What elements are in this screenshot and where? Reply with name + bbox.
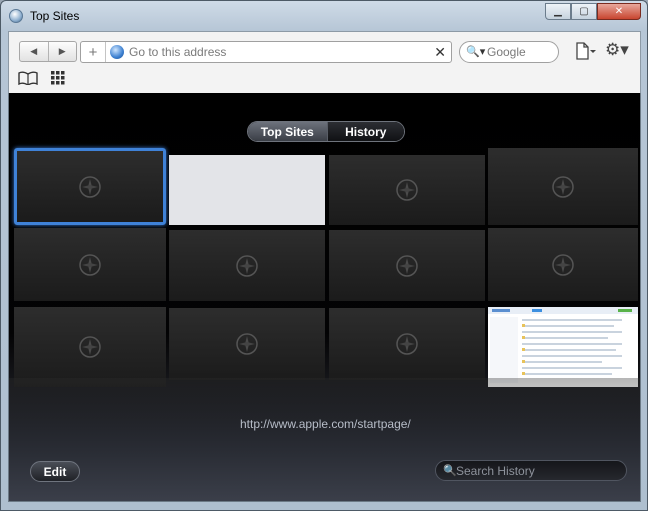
top-sites-view: Top Sites History http://www.apple.com/s… <box>8 93 641 502</box>
view-switcher: Top Sites History <box>247 121 405 142</box>
empty-site-tile[interactable] <box>14 228 166 301</box>
blank-site-tile[interactable] <box>169 155 325 225</box>
hovered-url: http://www.apple.com/startpage/ <box>240 417 411 431</box>
empty-site-tile[interactable] <box>329 155 485 225</box>
tab-history[interactable]: History <box>326 122 404 141</box>
bookmarks-book-icon[interactable] <box>18 71 38 85</box>
address-input[interactable]: Go to this address <box>129 45 226 59</box>
browser-window: Top Sites ▁ ▢ ✕ ◀ ▶ + Go to this address… <box>0 0 648 511</box>
empty-site-tile[interactable] <box>488 148 638 225</box>
safari-compass-icon <box>395 332 419 356</box>
page-menu-icon[interactable] <box>575 42 597 60</box>
empty-site-tile[interactable] <box>488 228 638 301</box>
safari-app-icon <box>9 9 23 23</box>
search-history-field[interactable]: 🔍 Search History <box>435 460 627 481</box>
search-input[interactable]: Google <box>487 45 526 59</box>
window-title: Top Sites <box>30 9 80 23</box>
site-preview-tile[interactable] <box>488 307 638 387</box>
window-controls: ▁ ▢ ✕ <box>545 3 641 20</box>
tab-top-sites[interactable]: Top Sites <box>248 122 327 141</box>
address-bar[interactable]: + Go to this address ✕ <box>80 41 452 63</box>
add-bookmark-button[interactable]: + <box>81 42 106 62</box>
search-icon: 🔍 <box>443 465 457 477</box>
empty-site-tile[interactable] <box>329 308 485 380</box>
title-bar[interactable]: Top Sites ▁ ▢ ✕ <box>1 1 647 31</box>
top-sites-grid-icon[interactable] <box>51 71 65 85</box>
browser-toolbar: ◀ ▶ + Go to this address ✕ 🔍▾ Google ⚙▾ <box>8 31 641 93</box>
safari-compass-icon <box>235 254 259 278</box>
safari-compass-icon <box>78 175 102 199</box>
close-button[interactable]: ✕ <box>597 3 641 20</box>
empty-site-tile[interactable] <box>329 230 485 301</box>
safari-compass-icon <box>78 253 102 277</box>
globe-icon <box>110 45 124 59</box>
clear-address-button[interactable]: ✕ <box>434 44 446 61</box>
back-button[interactable]: ◀ <box>20 42 49 61</box>
edit-button[interactable]: Edit <box>30 461 80 482</box>
empty-site-tile[interactable] <box>14 148 166 225</box>
safari-compass-icon <box>395 178 419 202</box>
site-thumbnail <box>488 307 638 387</box>
navigation-buttons: ◀ ▶ <box>19 41 77 62</box>
google-search-field[interactable]: 🔍▾ Google <box>459 41 559 63</box>
safari-compass-icon <box>235 332 259 356</box>
safari-compass-icon <box>78 335 102 359</box>
search-icon[interactable]: 🔍▾ <box>466 45 485 58</box>
maximize-button[interactable]: ▢ <box>571 3 597 20</box>
safari-compass-icon <box>551 253 575 277</box>
empty-site-tile[interactable] <box>169 308 325 380</box>
search-history-input[interactable]: Search History <box>456 464 535 478</box>
safari-compass-icon <box>551 175 575 199</box>
forward-button[interactable]: ▶ <box>49 42 77 61</box>
settings-gear-icon[interactable]: ⚙▾ <box>605 40 631 60</box>
safari-compass-icon <box>395 254 419 278</box>
minimize-button[interactable]: ▁ <box>545 3 571 20</box>
empty-site-tile[interactable] <box>14 307 166 387</box>
empty-site-tile[interactable] <box>169 230 325 301</box>
